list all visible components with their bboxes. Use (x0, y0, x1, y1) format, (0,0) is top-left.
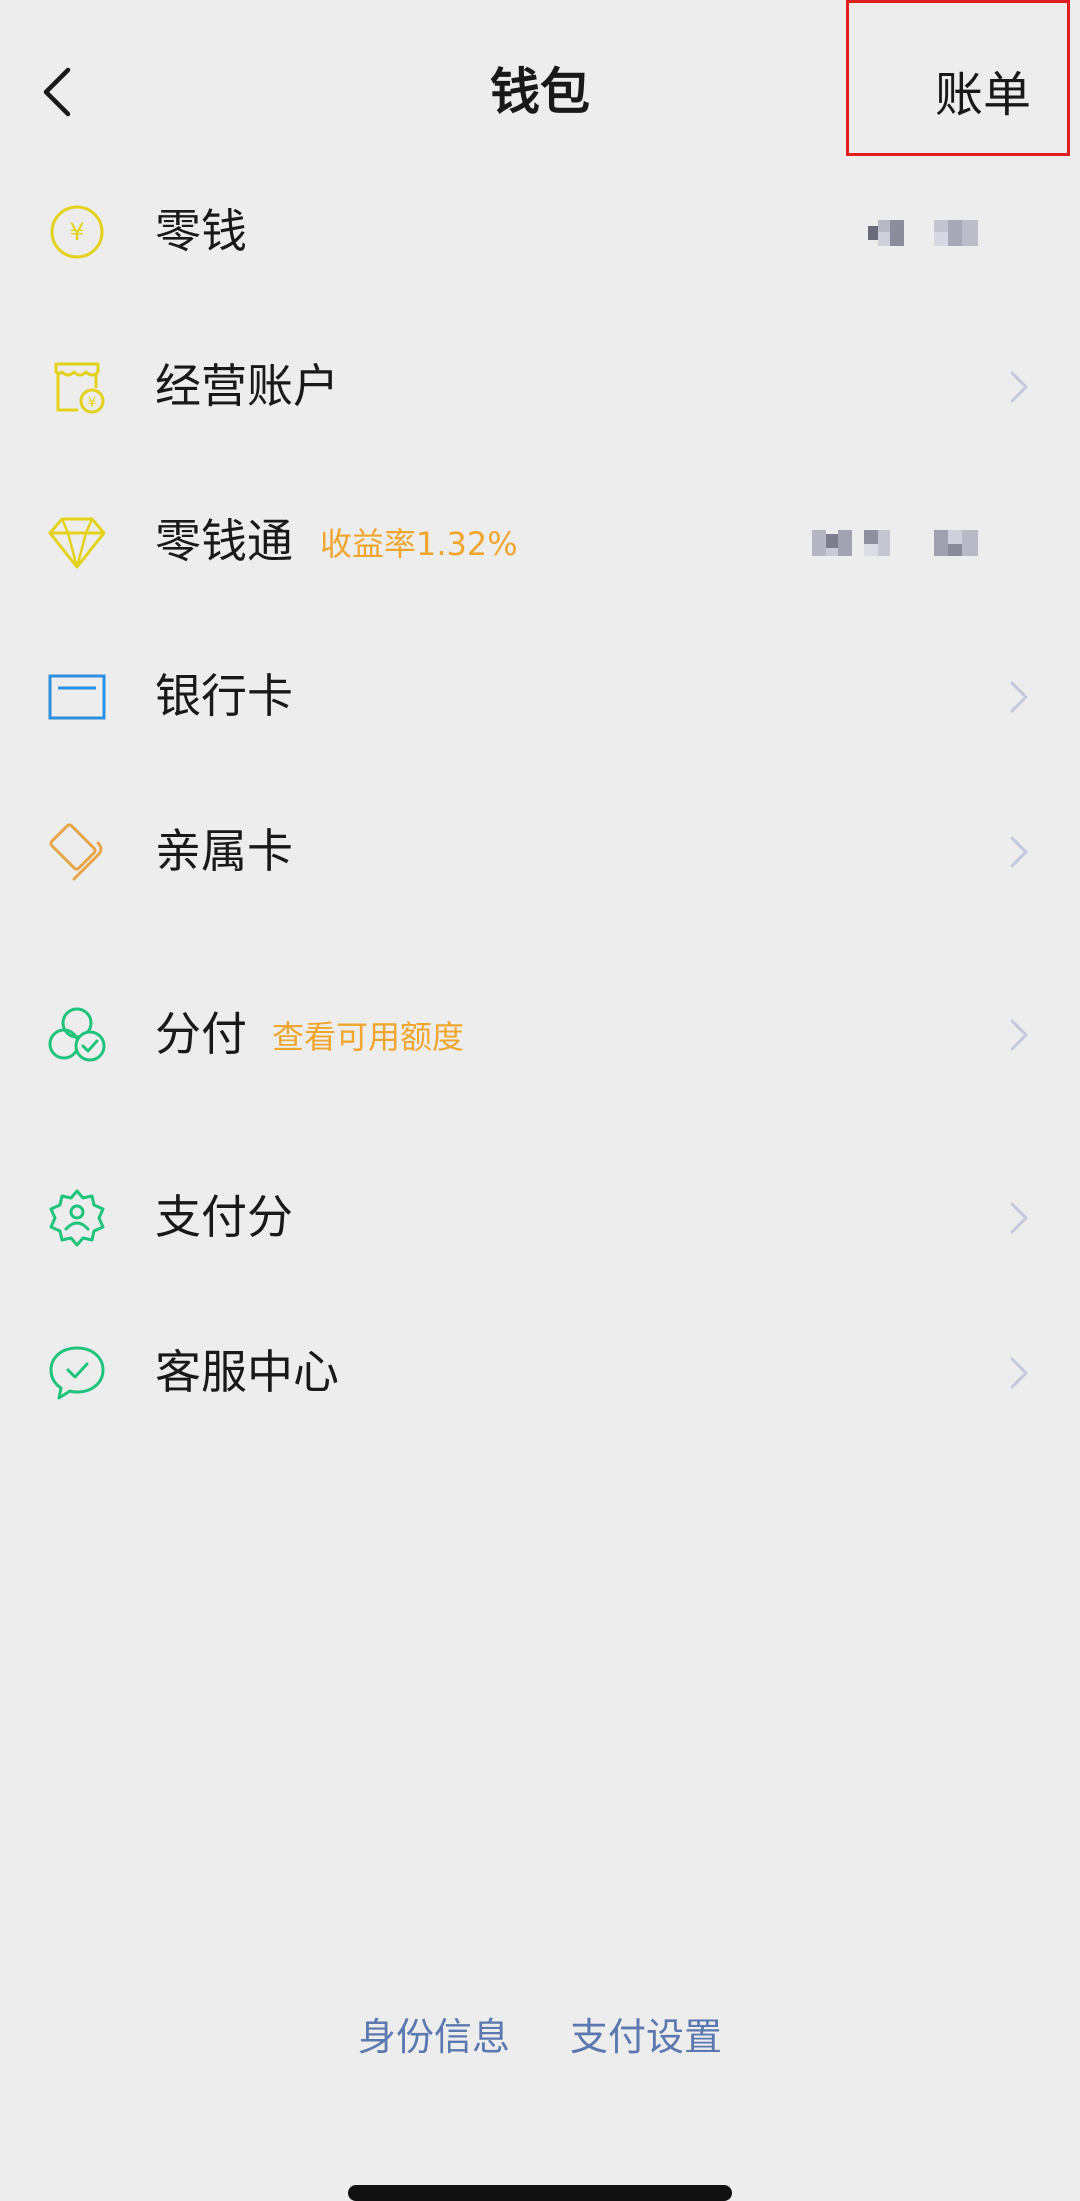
menu-item-change-label: 零钱 (155, 204, 247, 258)
menu-item-pay-score[interactable]: 支付分 (0, 1156, 1080, 1276)
menu-item-lingqiantong-label: 零钱通 (155, 514, 293, 568)
chevron-right-icon (1010, 1357, 1028, 1389)
lingqiantong-balance-masked (812, 530, 978, 556)
diamond-icon (48, 517, 106, 569)
chevron-right-icon (1010, 371, 1028, 403)
pay-score-icon (49, 1189, 105, 1247)
identity-info-link[interactable]: 身份信息 (358, 2012, 510, 2062)
pay-settings-link[interactable]: 支付设置 (570, 2012, 722, 2062)
menu-item-fenfu-label: 分付 (155, 1007, 247, 1061)
bill-button[interactable]: 账单 (846, 0, 1070, 156)
footer-links: 身份信息 支付设置 (0, 2012, 1080, 2062)
family-card-icon (49, 823, 103, 881)
store-icon: ¥ (54, 362, 105, 414)
customer-service-icon (49, 1346, 105, 1400)
chevron-right-icon (1010, 836, 1028, 868)
fenfu-icon (48, 1007, 106, 1062)
chevron-right-icon (1010, 1202, 1028, 1234)
menu-item-bank-card-label: 银行卡 (155, 669, 293, 723)
yen-coin-icon: ¥ (50, 205, 104, 259)
menu-item-change[interactable]: ¥ 零钱 (0, 170, 1080, 290)
menu-item-family-card[interactable]: 亲属卡 (0, 790, 1080, 910)
svg-text:¥: ¥ (69, 218, 84, 246)
bill-button-label: 账单 (934, 67, 1031, 123)
menu-item-bank-card[interactable]: 银行卡 (0, 635, 1080, 755)
bank-card-icon (48, 674, 106, 720)
menu-item-fenfu[interactable]: 分付 查看可用额度 (0, 973, 1080, 1093)
change-balance-masked (868, 220, 978, 246)
menu-item-lingqiantong[interactable]: 零钱通 收益率1.32% (0, 480, 1080, 600)
chevron-right-icon (1010, 1019, 1028, 1051)
menu-item-customer-service-label: 客服中心 (155, 1345, 339, 1399)
menu-item-business-account[interactable]: ¥ 经营账户 (0, 325, 1080, 445)
menu-item-pay-score-label: 支付分 (155, 1190, 293, 1244)
home-indicator (348, 2185, 732, 2201)
svg-text:¥: ¥ (88, 395, 97, 411)
chevron-right-icon (1010, 681, 1028, 713)
navigation-bar: 钱包 账单 (0, 0, 1080, 185)
menu-item-family-card-label: 亲属卡 (155, 824, 293, 878)
menu-item-customer-service[interactable]: 客服中心 (0, 1311, 1080, 1431)
menu-item-business-account-label: 经营账户 (155, 359, 339, 413)
view-credit-tag[interactable]: 查看可用额度 (272, 1017, 464, 1057)
yield-rate-tag: 收益率1.32% (320, 525, 518, 563)
